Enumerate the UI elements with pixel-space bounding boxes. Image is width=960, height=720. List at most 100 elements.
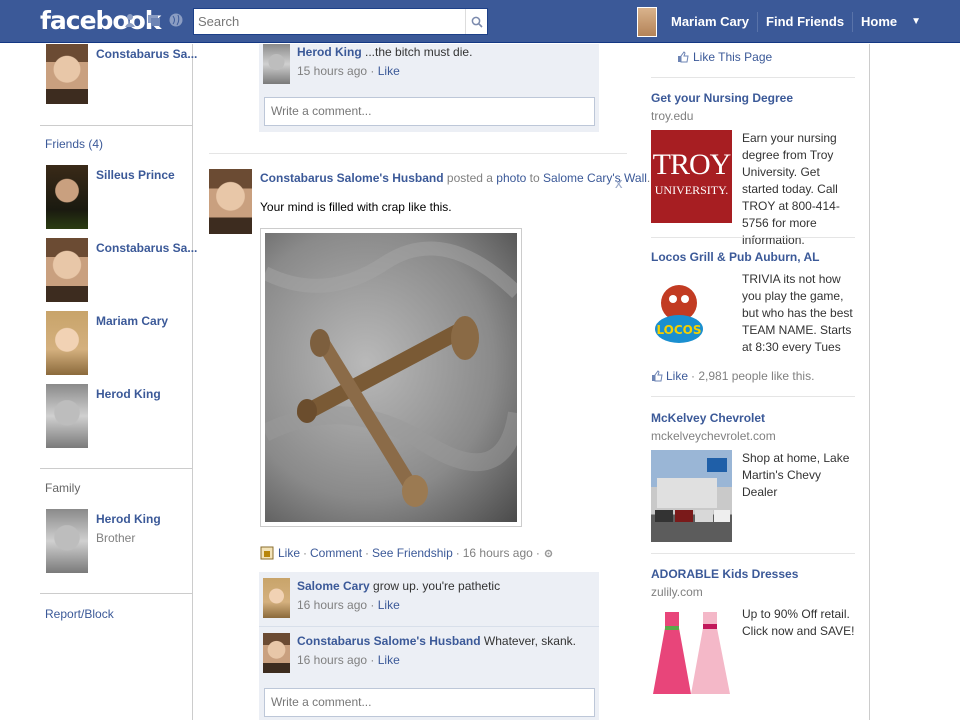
- search-button[interactable]: [465, 9, 487, 34]
- comment-text: ...the bitch must die.: [365, 45, 473, 59]
- ads-column: Like This Page Get your Nursing Degree t…: [637, 44, 870, 720]
- ad-locos[interactable]: Locos Grill & Pub Auburn, AL LOCOS TRIVI…: [651, 250, 855, 383]
- comment-link[interactable]: Comment: [310, 546, 362, 560]
- ad-mckelvey[interactable]: McKelvey Chevrolet mckelveychevrolet.com…: [651, 411, 855, 542]
- comment-author[interactable]: Constabarus Salome's Husband: [297, 634, 481, 648]
- locos-logo[interactable]: LOCOS: [651, 271, 732, 361]
- dealership-photo: [655, 458, 730, 522]
- post-photo[interactable]: [260, 228, 522, 527]
- troy-logo-text: TROY: [652, 148, 732, 181]
- post-header: Constabarus Salome's Husband posted a ph…: [260, 171, 650, 185]
- find-friends-link[interactable]: Find Friends: [758, 11, 854, 32]
- friend-name[interactable]: Constabarus Sa...: [96, 47, 197, 104]
- profile-link[interactable]: Mariam Cary: [663, 11, 759, 32]
- top-bar: facebook Mariam Cary Find Friends Home ▼: [0, 0, 960, 43]
- ad-title[interactable]: McKelvey Chevrolet: [651, 411, 855, 425]
- friend-name[interactable]: Constabarus Sa...: [96, 241, 197, 302]
- messages-icon[interactable]: [146, 12, 162, 28]
- comment-time[interactable]: 16 hours ago: [297, 653, 367, 667]
- wall-link[interactable]: Salome Cary's Wall: [543, 171, 647, 185]
- comment-like-link[interactable]: Like: [378, 653, 400, 667]
- comment-author[interactable]: Herod King: [297, 45, 362, 59]
- friend-name[interactable]: Mariam Cary: [96, 314, 168, 375]
- family-name[interactable]: Herod King: [96, 512, 161, 526]
- search-bar: [193, 8, 488, 35]
- thumbs-up-icon: [678, 51, 689, 63]
- separator-dot: ·: [303, 546, 308, 560]
- comment: Constabarus Salome's Husband Whatever, s…: [263, 633, 576, 673]
- friend-item[interactable]: Silleus Prince: [46, 165, 175, 229]
- friend-requests-icon[interactable]: [124, 12, 140, 28]
- privacy-gear-icon[interactable]: [543, 548, 554, 559]
- divider: [651, 396, 855, 397]
- post-author[interactable]: Constabarus Salome's Husband: [260, 171, 444, 185]
- write-comment-input[interactable]: Write a comment...: [264, 688, 595, 717]
- avatar: [46, 238, 88, 302]
- divider: [651, 237, 855, 238]
- dealership-image[interactable]: [651, 450, 732, 542]
- divider: [40, 125, 192, 126]
- separator-dot: ·: [365, 546, 370, 560]
- family-item[interactable]: Herod King Brother: [46, 509, 161, 573]
- ad-like-link[interactable]: Like: [666, 369, 688, 383]
- locos-logo-image: LOCOS: [655, 285, 703, 343]
- search-input[interactable]: [194, 9, 459, 34]
- divider: [209, 153, 627, 154]
- friend-name[interactable]: Silleus Prince: [96, 168, 175, 229]
- avatar[interactable]: [263, 633, 290, 673]
- ad-title[interactable]: Get your Nursing Degree: [651, 91, 855, 105]
- friends-section-title[interactable]: Friends (4): [45, 137, 103, 151]
- troy-logo-subtext: UNIVERSITY.: [654, 183, 729, 197]
- post-author-avatar[interactable]: [209, 169, 252, 234]
- close-icon[interactable]: x: [615, 175, 623, 192]
- dresses-image[interactable]: [651, 606, 732, 701]
- see-friendship-link[interactable]: See Friendship: [372, 546, 453, 560]
- comment-time[interactable]: 15 hours ago: [297, 64, 367, 78]
- post-to: to: [529, 171, 540, 185]
- top-nav: Mariam Cary Find Friends Home ▼: [637, 6, 921, 37]
- friend-item[interactable]: Mariam Cary: [46, 311, 168, 375]
- ad-body: Up to 90% Off retail. Click now and SAVE…: [742, 607, 855, 638]
- troy-logo[interactable]: TROY UNIVERSITY.: [651, 130, 732, 223]
- friend-name[interactable]: Herod King: [96, 387, 161, 448]
- ad-troy[interactable]: Get your Nursing Degree troy.edu TROY UN…: [651, 91, 855, 249]
- photo-link[interactable]: photo: [496, 171, 526, 185]
- ad-title[interactable]: Locos Grill & Pub Auburn, AL: [651, 250, 855, 264]
- friend-item[interactable]: Constabarus Sa...: [46, 238, 197, 302]
- avatar[interactable]: [263, 44, 290, 84]
- ad-zulily[interactable]: ADORABLE Kids Dresses zulily.com Up to 9…: [651, 567, 855, 701]
- notifications-globe-icon[interactable]: [168, 12, 184, 28]
- write-comment-input[interactable]: Write a comment...: [264, 97, 595, 126]
- comment-author[interactable]: Salome Cary: [297, 579, 370, 593]
- user-avatar[interactable]: [637, 6, 657, 37]
- comment-like-link[interactable]: Like: [378, 598, 400, 612]
- like-page-button[interactable]: Like This Page: [677, 50, 772, 64]
- like-link[interactable]: Like: [278, 546, 300, 560]
- dresses-photo: [653, 612, 730, 694]
- family-relation: Brother: [96, 531, 136, 545]
- search-icon: [471, 16, 483, 28]
- ad-title[interactable]: ADORABLE Kids Dresses: [651, 567, 855, 581]
- avatar[interactable]: [263, 578, 290, 618]
- ad-url: zulily.com: [651, 585, 703, 599]
- post-verb: posted a: [446, 171, 493, 185]
- avatar: [46, 311, 88, 375]
- comment-like-link[interactable]: Like: [378, 64, 400, 78]
- friend-item[interactable]: Herod King: [46, 384, 161, 448]
- ad-url: troy.edu: [651, 109, 694, 123]
- comment-time[interactable]: 16 hours ago: [297, 598, 367, 612]
- family-section-title: Family: [45, 481, 81, 495]
- facebook-logo[interactable]: facebook: [40, 6, 161, 35]
- top-friend[interactable]: Constabarus Sa...: [46, 44, 197, 104]
- account-menu-chevron-down-icon[interactable]: ▼: [911, 16, 921, 27]
- ad-body: TRIVIA its not how you play the game, bu…: [742, 272, 853, 354]
- separator-dot: ·: [535, 546, 540, 560]
- avatar: [46, 509, 88, 573]
- post-time[interactable]: 16 hours ago: [463, 546, 533, 560]
- report-block-link[interactable]: Report/Block: [45, 607, 114, 621]
- divider: [651, 553, 855, 554]
- thumbs-up-icon: [652, 370, 663, 382]
- home-link[interactable]: Home: [853, 12, 905, 32]
- comment: Salome Cary grow up. you're pathetic 16 …: [263, 578, 500, 618]
- divider: [259, 626, 599, 627]
